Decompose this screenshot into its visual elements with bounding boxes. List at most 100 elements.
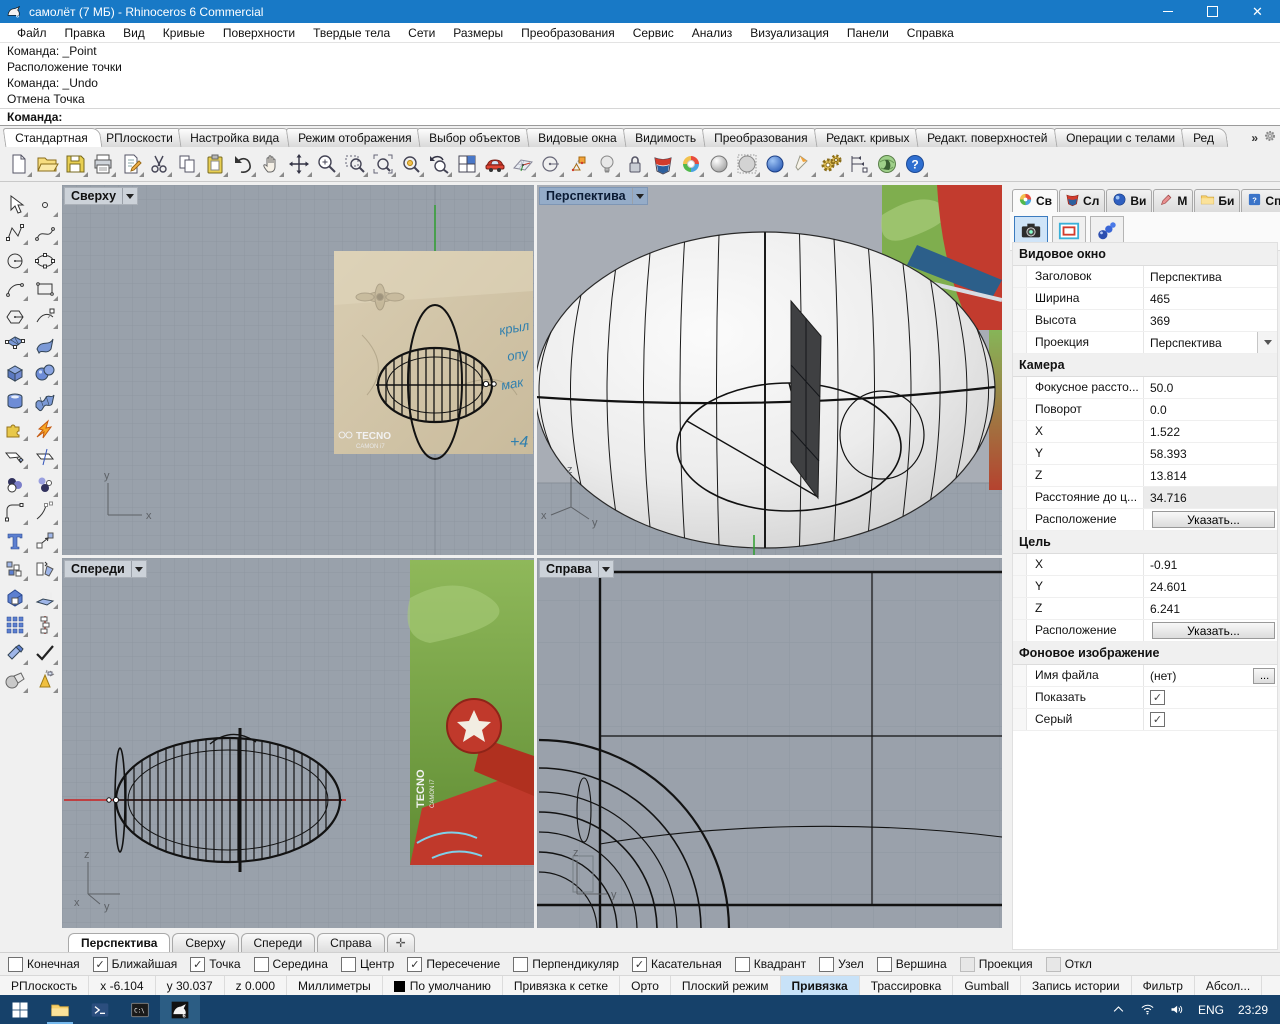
osnap-item-Точка[interactable]: ✓Точка [190,957,240,972]
viewport-title-right[interactable]: Справа [539,560,614,578]
box-tool-button[interactable] [2,360,29,386]
shaded-view-button[interactable] [706,151,732,177]
osnap-checkbox-Центр[interactable] [341,957,356,972]
layer-shield-button[interactable] [650,151,676,177]
undo-button[interactable] [230,151,256,177]
viewport-right[interactable]: z y Справа [537,558,1002,928]
viewport-layout-button[interactable] [454,151,480,177]
menu-Файл[interactable]: Файл [8,23,56,43]
osnap-item-Касательная[interactable]: ✓Касательная [632,957,722,972]
menu-Сети[interactable]: Сети [399,23,444,43]
property-value[interactable]: 0.0 [1150,403,1167,417]
menu-Вид[interactable]: Вид [114,23,154,43]
status-item-Привязка[interactable]: Привязка [781,976,860,996]
point-tool-button[interactable] [32,192,59,218]
osnap-item-Перпендикуляр[interactable]: Перпендикуляр [513,957,619,972]
print-button[interactable] [90,151,116,177]
property-value[interactable]: 58.393 [1150,447,1187,461]
boolean-diff-tool-button[interactable] [2,668,29,694]
status-item-Фильтр[interactable]: Фильтр [1132,976,1195,996]
dot-group-tool-button[interactable] [32,472,59,498]
status-item-Абсол...[interactable]: Абсол... [1195,976,1262,996]
lamp-button[interactable] [594,151,620,177]
trim-tool-button[interactable] [2,444,29,470]
menu-Кривые[interactable]: Кривые [154,23,214,43]
srf-points-tool-button[interactable] [2,332,29,358]
command-prompt[interactable]: Команда: [0,108,1280,126]
new-file-button[interactable] [6,151,32,177]
status-item-Трассировка[interactable]: Трассировка [860,976,954,996]
rotate-view-button[interactable] [286,151,312,177]
start-button[interactable] [0,995,40,1024]
clock[interactable]: 23:29 [1238,1003,1268,1017]
osnap-checkbox-Вершина[interactable] [877,957,892,972]
panel-tab-Сп[interactable]: ?Сп [1241,189,1280,212]
menu-Сервис[interactable]: Сервис [624,23,683,43]
osnap-checkbox-Перпендикуляр[interactable] [513,957,528,972]
polyline-tool-button[interactable] [2,220,29,246]
osnap-checkbox-Пересечение[interactable]: ✓ [407,957,422,972]
rendered-view-button[interactable] [762,151,788,177]
menu-Справка[interactable]: Справка [898,23,963,43]
srf-patch-tool-button[interactable] [32,388,59,414]
help-button[interactable]: ? [902,151,928,177]
viewport-top[interactable]: крыл опу мак +4 TECNO CAMON i7 [62,185,534,555]
osnap-item-Вершина[interactable]: Вершина [877,957,947,972]
tab-options-gear-icon[interactable] [1262,128,1278,147]
taskbar-powershell[interactable] [80,995,120,1024]
color-wheel-button[interactable] [678,151,704,177]
rectangle-tool-button[interactable] [32,276,59,302]
point-cloud-tool-button[interactable] [2,472,29,498]
toolbar-tab-Преобразования[interactable]: Преобразования [702,128,822,147]
viewport-canvas-perspective[interactable]: z x y [537,185,1002,555]
viewport-title-label[interactable]: Справа [540,561,598,577]
status-item-Запись истории[interactable]: Запись истории [1021,976,1132,996]
menu-Правка[interactable]: Правка [56,23,115,43]
wifi-icon[interactable] [1140,1002,1155,1017]
taskbar-cmd[interactable]: C:\ [120,995,160,1024]
extend-tool-button[interactable] [32,500,59,526]
property-value[interactable]: 369 [1150,314,1170,328]
cut-button[interactable] [146,151,172,177]
viewport-menu-arrow-icon[interactable] [131,561,146,577]
osnap-checkbox-Квадрант[interactable] [735,957,750,972]
boolean-union-tool-button[interactable] [2,416,29,442]
viewport-perspective[interactable]: z x y Перспектива [537,185,1002,555]
pan-button[interactable] [258,151,284,177]
menu-Панели[interactable]: Панели [838,23,898,43]
group-tool-button[interactable] [2,556,29,582]
viewport-title-label[interactable]: Сверху [65,188,122,204]
view-undo-button[interactable] [426,151,452,177]
array-tool-button[interactable] [2,612,29,638]
viewport-canvas-front[interactable]: TECNO CAMON i7 [62,558,534,928]
lock-button[interactable] [622,151,648,177]
status-item-По умолчанию[interactable]: По умолчанию [383,976,503,996]
render-globe-button[interactable] [874,151,900,177]
pick-location-button[interactable]: Указать... [1152,511,1275,528]
status-item-y 30.037[interactable]: y 30.037 [156,976,225,996]
pick-location-button[interactable]: Указать... [1152,622,1275,639]
taskbar-rhino[interactable]: 6 [160,995,200,1024]
options-gears-button[interactable] [818,151,844,177]
status-item-Орто[interactable]: Орто [620,976,671,996]
property-value[interactable]: Перспектива [1150,270,1222,284]
osnap-checkbox-Узел[interactable] [819,957,834,972]
osnap-checkbox-Ближайшая[interactable]: ✓ [93,957,108,972]
curve-tool-button[interactable] [32,220,59,246]
viewport-title-label[interactable]: Спереди [65,561,131,577]
status-item-x -6.104[interactable]: x -6.104 [89,976,155,996]
toolbar-tab-Ред[interactable]: Ред [1180,128,1228,147]
property-value[interactable]: 1.522 [1150,425,1180,439]
osnap-item-Конечная[interactable]: Конечная [8,957,80,972]
osnap-checkbox-Конечная[interactable] [8,957,23,972]
cplane-button[interactable] [510,151,536,177]
status-item-РПлоскость[interactable]: РПлоскость [0,976,89,996]
panel-tab-Ви[interactable]: Ви [1106,189,1152,212]
menu-Анализ[interactable]: Анализ [683,23,742,43]
selection-cone-button[interactable] [790,151,816,177]
status-item-Gumball[interactable]: Gumball [953,976,1021,996]
panel-tab-М[interactable]: М [1153,189,1193,212]
toolbar-tab-Операции с телами[interactable]: Операции с телами [1053,128,1189,147]
panel-tab-Би[interactable]: Би [1194,189,1240,212]
status-item-Плоский режим[interactable]: Плоский режим [671,976,781,996]
